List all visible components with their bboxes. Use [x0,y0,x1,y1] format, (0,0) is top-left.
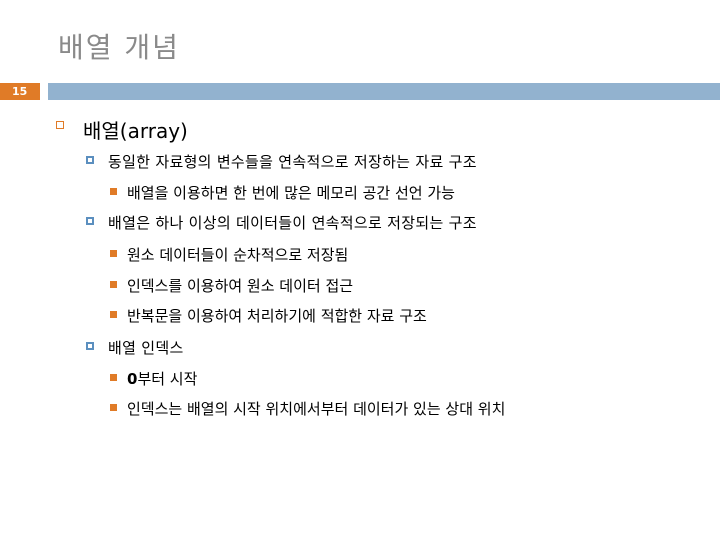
outline-level3-item: 반복문을 이용하여 처리하기에 적합한 자료 구조 [110,305,427,326]
outline-level3-item: 원소 데이터들이 순차적으로 저장됨 [110,244,348,265]
filled-square-bullet-icon [110,188,117,195]
outline-item-text: 배열을 이용하면 한 번에 많은 메모리 공간 선언 가능 [127,184,455,202]
outline-level2-item: 배열은 하나 이상의 데이터들이 연속적으로 저장되는 구조 [86,212,477,233]
filled-square-bullet-icon [110,374,117,381]
filled-square-bullet-icon [110,281,117,288]
filled-square-bullet-icon [110,311,117,318]
outline-level2-item: 배열 인덱스 [86,337,184,358]
outline-level1-array: 배열(array) [56,115,188,144]
outline-item-text: 반복문을 이용하여 처리하기에 적합한 자료 구조 [127,307,427,325]
outline-item-text: 인덱스는 배열의 시작 위치에서부터 데이터가 있는 상대 위치 [127,400,506,418]
filled-square-bullet-icon [110,404,117,411]
hollow-square-bullet-icon [56,120,64,129]
outline-item-bold-text: 0 [127,369,138,388]
outline-level3-item: 인덱스를 이용하여 원소 데이터 접근 [110,275,353,296]
filled-square-bullet-icon [110,250,117,257]
outline-level2-item: 동일한 자료형의 변수들을 연속적으로 저장하는 자료 구조 [86,151,477,172]
square-bullet-icon [86,155,94,164]
outline-level3-item: 0 부터 시작 [110,368,197,389]
outline-level3-item: 배열을 이용하면 한 번에 많은 메모리 공간 선언 가능 [110,182,455,203]
outline-level3-item: 인덱스는 배열의 시작 위치에서부터 데이터가 있는 상대 위치 [110,398,505,419]
slide-content: 배열(array) 동일한 자료형의 변수들을 연속적으로 저장하는 자료 구조… [0,0,720,540]
outline-item-text: 인덱스를 이용하여 원소 데이터 접근 [127,277,354,295]
outline-level1-label: 배열(array) [83,119,188,143]
outline-item-text: 부터 시작 [137,370,198,388]
outline-item-text: 원소 데이터들이 순차적으로 저장됨 [127,246,349,264]
square-bullet-icon [86,216,94,225]
outline-item-text: 동일한 자료형의 변수들을 연속적으로 저장하는 자료 구조 [108,153,477,171]
outline-item-text: 배열은 하나 이상의 데이터들이 연속적으로 저장되는 구조 [108,214,477,232]
square-bullet-icon [86,341,94,350]
outline-item-text: 배열 인덱스 [108,339,184,357]
